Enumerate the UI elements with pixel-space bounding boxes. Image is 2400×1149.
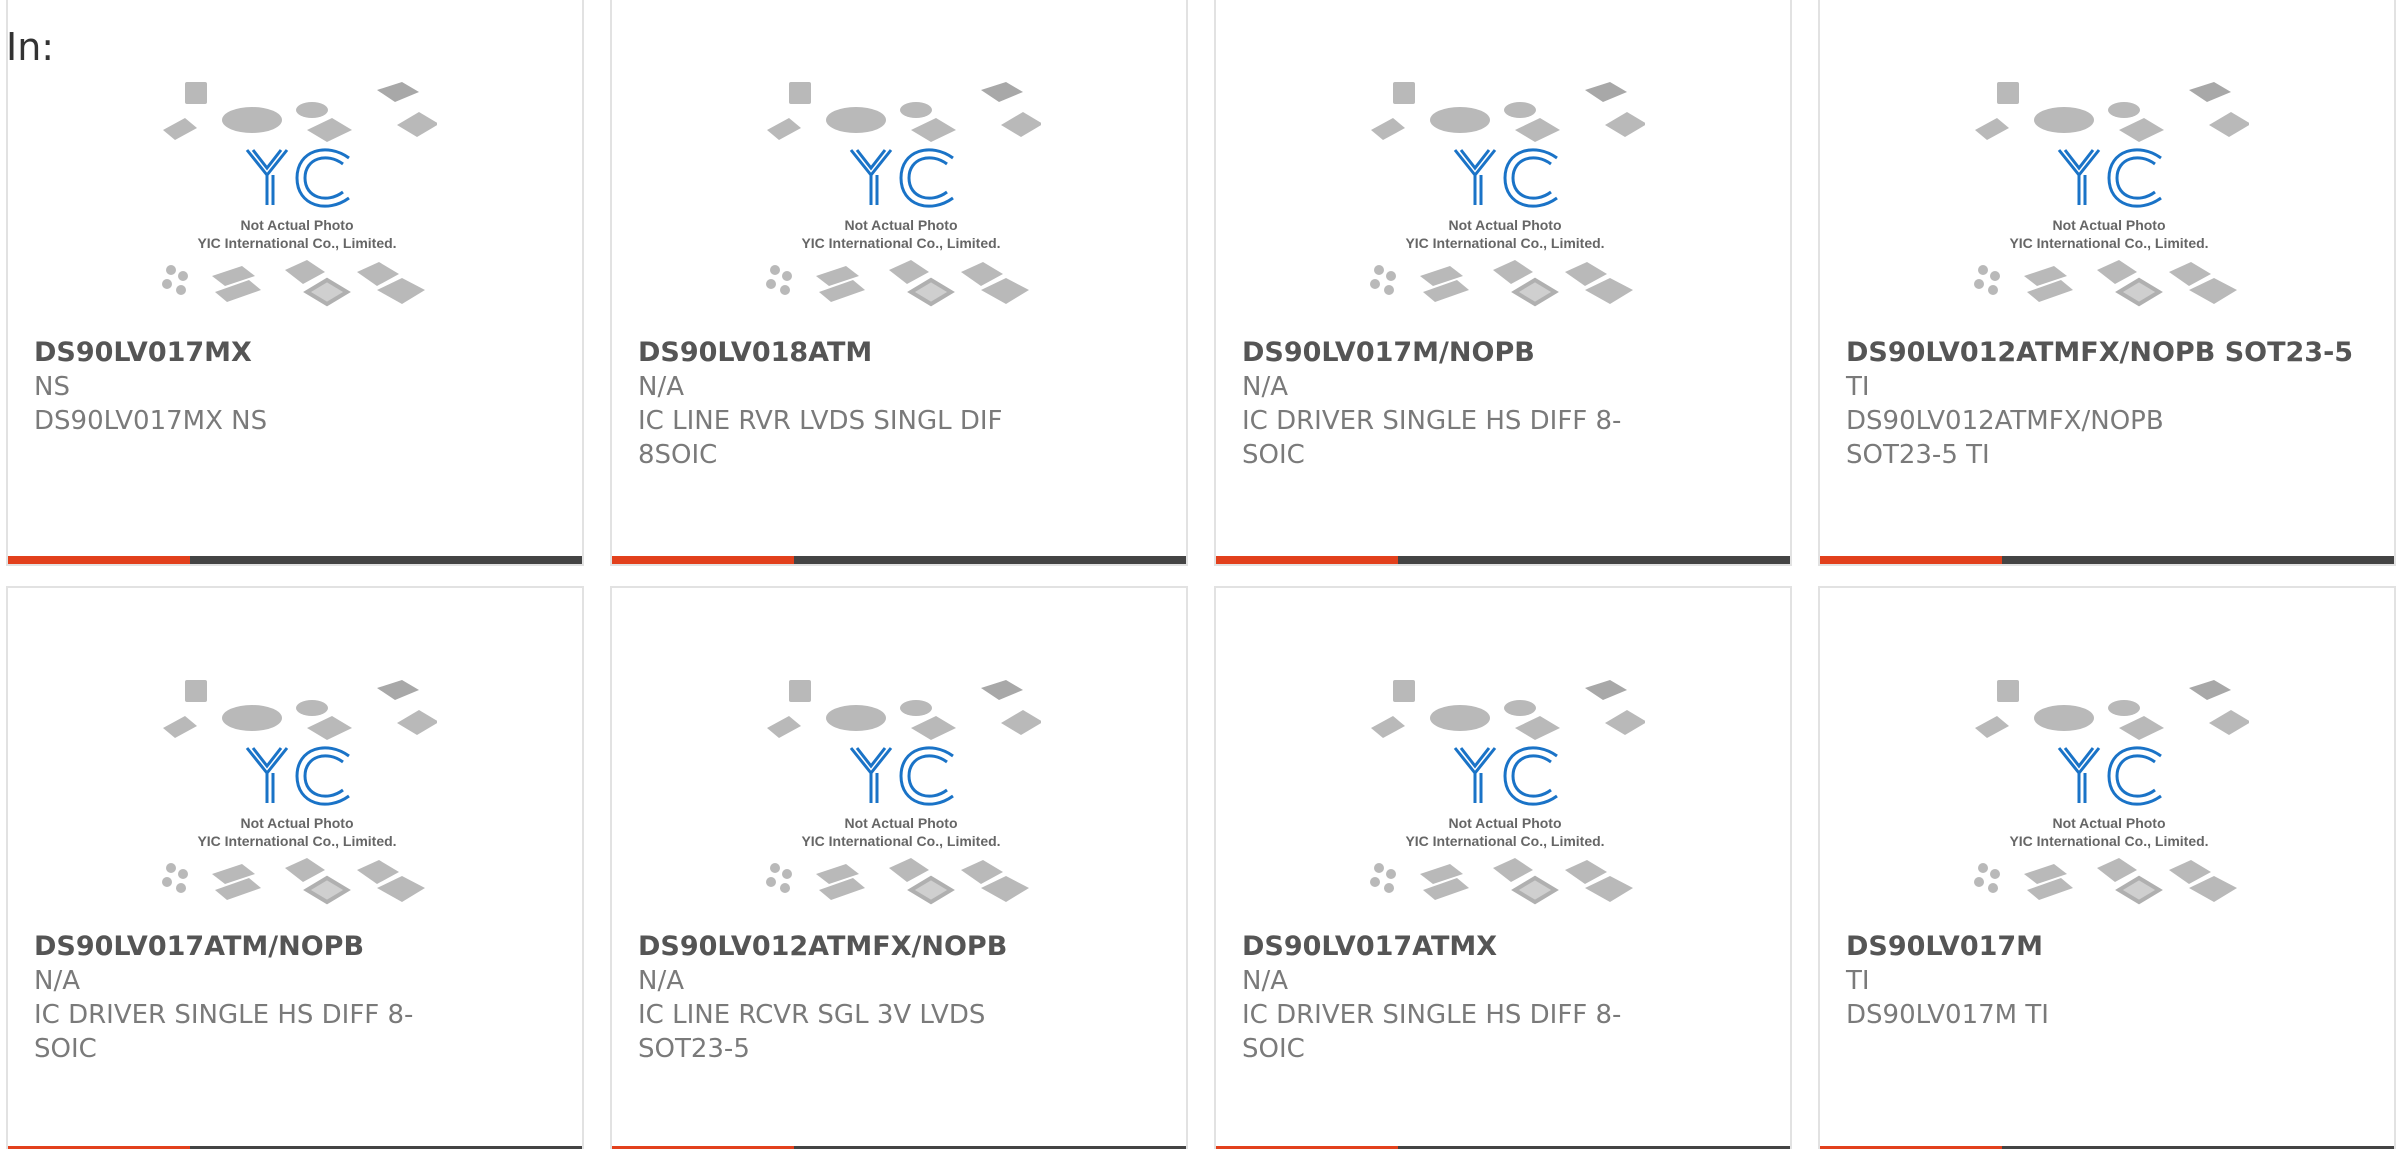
product-description: DS90LV012ATMFX/NOPB SOT23-5 TI	[1846, 406, 2164, 470]
placeholder-caption-2: YIC International Co., Limited.	[1405, 833, 1604, 849]
product-image[interactable]: Not Actual Photo YIC International Co., …	[8, 678, 582, 938]
card-accent-highlight	[8, 556, 190, 564]
product-name[interactable]: DS90LV018ATM	[638, 336, 1038, 370]
placeholder-caption-1: Not Actual Photo	[2052, 217, 2165, 233]
not-actual-photo-placeholder: Not Actual Photo YIC International Co., …	[162, 680, 437, 905]
placeholder-caption-2: YIC International Co., Limited.	[2009, 235, 2208, 251]
placeholder-caption-2: YIC International Co., Limited.	[801, 235, 1000, 251]
results-heading: In:	[6, 25, 55, 69]
product-description: IC DRIVER SINGLE HS DIFF 8-SOIC	[34, 1000, 414, 1064]
product-manufacturer: NS	[34, 372, 70, 402]
placeholder-caption-2: YIC International Co., Limited.	[1405, 235, 1604, 251]
product-description: IC DRIVER SINGLE HS DIFF 8-SOIC	[1242, 406, 1622, 470]
product-info: DS90LV012ATMFX/NOPB N/A IC LINE RCVR SGL…	[638, 930, 1038, 1066]
product-image[interactable]: Not Actual Photo YIC International Co., …	[612, 80, 1186, 340]
product-card[interactable]: Not Actual Photo YIC International Co., …	[1214, 586, 1792, 1149]
product-image[interactable]: Not Actual Photo YIC International Co., …	[8, 80, 582, 340]
product-manufacturer: N/A	[34, 966, 80, 996]
not-actual-photo-placeholder: Not Actual Photo YIC International Co., …	[766, 680, 1041, 905]
placeholder-caption-1: Not Actual Photo	[1448, 217, 1561, 233]
product-description: DS90LV017MX NS	[34, 406, 268, 436]
not-actual-photo-placeholder: Not Actual Photo YIC International Co., …	[1974, 82, 2249, 307]
placeholder-caption-1: Not Actual Photo	[240, 815, 353, 831]
card-accent-highlight	[612, 556, 794, 564]
product-info: DS90LV017M TI DS90LV017M TI	[1846, 930, 2246, 1032]
not-actual-photo-placeholder: Not Actual Photo YIC International Co., …	[162, 82, 437, 307]
product-image[interactable]: Not Actual Photo YIC International Co., …	[1820, 80, 2394, 340]
card-accent-highlight	[1216, 556, 1398, 564]
product-card[interactable]: Not Actual Photo YIC International Co., …	[6, 0, 584, 566]
placeholder-caption-2: YIC International Co., Limited.	[801, 833, 1000, 849]
product-name[interactable]: DS90LV017MX	[34, 336, 434, 370]
placeholder-caption-1: Not Actual Photo	[844, 217, 957, 233]
card-accent-bar	[1820, 556, 2394, 564]
card-accent-bar	[8, 556, 582, 564]
card-accent-highlight	[1820, 556, 2002, 564]
product-info: DS90LV017MX NS DS90LV017MX NS	[34, 336, 434, 438]
product-manufacturer: N/A	[1242, 372, 1288, 402]
product-card[interactable]: Not Actual Photo YIC International Co., …	[6, 586, 584, 1149]
placeholder-caption-2: YIC International Co., Limited.	[197, 235, 396, 251]
product-info: DS90LV017M/NOPB N/A IC DRIVER SINGLE HS …	[1242, 336, 1642, 472]
placeholder-caption-1: Not Actual Photo	[240, 217, 353, 233]
product-manufacturer: N/A	[638, 966, 684, 996]
product-info: DS90LV012ATMFX/NOPB SOT23-5 TI DS90LV012…	[1846, 336, 2353, 472]
product-info: DS90LV017ATM/NOPB N/A IC DRIVER SINGLE H…	[34, 930, 434, 1066]
product-manufacturer: N/A	[1242, 966, 1288, 996]
product-name[interactable]: DS90LV012ATMFX/NOPB	[638, 930, 1038, 964]
card-accent-bar	[612, 556, 1186, 564]
placeholder-caption-2: YIC International Co., Limited.	[2009, 833, 2208, 849]
placeholder-caption-1: Not Actual Photo	[1448, 815, 1561, 831]
not-actual-photo-placeholder: Not Actual Photo YIC International Co., …	[1370, 680, 1645, 905]
product-info: DS90LV018ATM N/A IC LINE RVR LVDS SINGL …	[638, 336, 1038, 472]
product-name[interactable]: DS90LV017ATM/NOPB	[34, 930, 434, 964]
product-card[interactable]: Not Actual Photo YIC International Co., …	[1818, 0, 2396, 566]
product-name[interactable]: DS90LV017M/NOPB	[1242, 336, 1642, 370]
product-manufacturer: N/A	[638, 372, 684, 402]
product-image[interactable]: Not Actual Photo YIC International Co., …	[1216, 80, 1790, 340]
product-card[interactable]: Not Actual Photo YIC International Co., …	[610, 586, 1188, 1149]
product-image[interactable]: Not Actual Photo YIC International Co., …	[612, 678, 1186, 938]
not-actual-photo-placeholder: Not Actual Photo YIC International Co., …	[1370, 82, 1645, 307]
product-manufacturer: TI	[1846, 966, 1870, 996]
product-manufacturer: TI	[1846, 372, 1870, 402]
product-card[interactable]: Not Actual Photo YIC International Co., …	[1214, 0, 1792, 566]
product-name[interactable]: DS90LV017ATMX	[1242, 930, 1642, 964]
product-info: DS90LV017ATMX N/A IC DRIVER SINGLE HS DI…	[1242, 930, 1642, 1066]
card-accent-bar	[1216, 556, 1790, 564]
product-card[interactable]: Not Actual Photo YIC International Co., …	[1818, 586, 2396, 1149]
product-description: IC LINE RVR LVDS SINGL DIF 8SOIC	[638, 406, 1003, 470]
not-actual-photo-placeholder: Not Actual Photo YIC International Co., …	[1974, 680, 2249, 905]
product-description: IC DRIVER SINGLE HS DIFF 8-SOIC	[1242, 1000, 1622, 1064]
product-name[interactable]: DS90LV017M	[1846, 930, 2246, 964]
product-image[interactable]: Not Actual Photo YIC International Co., …	[1820, 678, 2394, 938]
product-description: IC LINE RCVR SGL 3V LVDS SOT23-5	[638, 1000, 986, 1064]
placeholder-caption-2: YIC International Co., Limited.	[197, 833, 396, 849]
not-actual-photo-placeholder: Not Actual Photo YIC International Co., …	[766, 82, 1041, 307]
placeholder-caption-1: Not Actual Photo	[844, 815, 957, 831]
placeholder-caption-1: Not Actual Photo	[2052, 815, 2165, 831]
product-grid: Not Actual Photo YIC International Co., …	[0, 0, 2400, 1149]
product-card[interactable]: Not Actual Photo YIC International Co., …	[610, 0, 1188, 566]
product-name[interactable]: DS90LV012ATMFX/NOPB SOT23-5	[1846, 336, 2353, 370]
product-image[interactable]: Not Actual Photo YIC International Co., …	[1216, 678, 1790, 938]
product-description: DS90LV017M TI	[1846, 1000, 2049, 1030]
